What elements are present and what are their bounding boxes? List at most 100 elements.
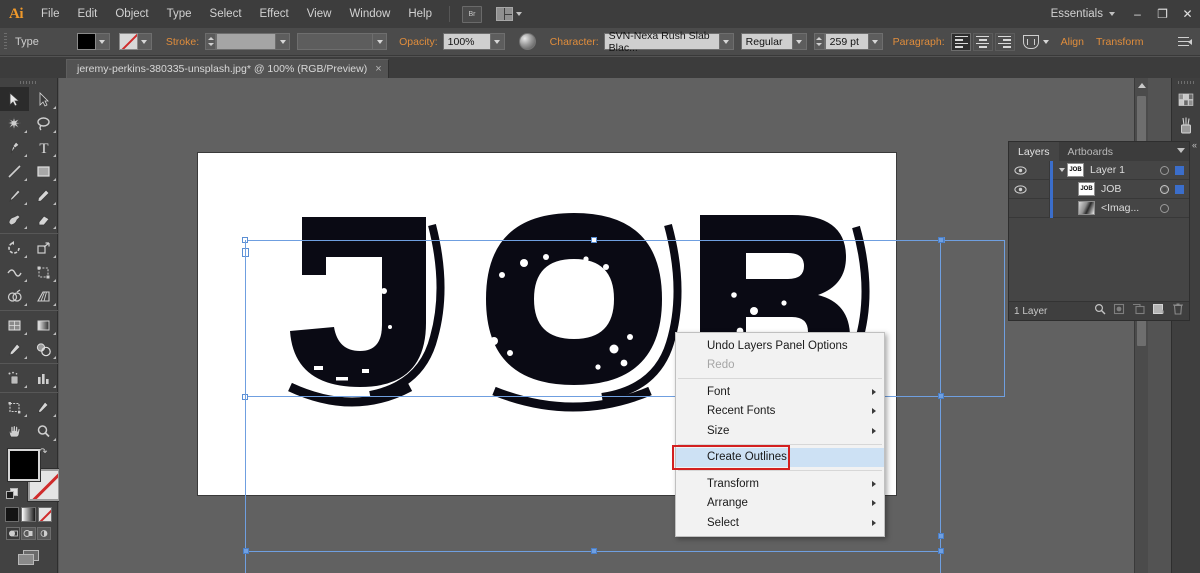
font-family-control[interactable]: SVN-Nexa Rush Slab Blac... — [604, 33, 734, 50]
gradient-button[interactable] — [21, 507, 35, 522]
swap-fill-stroke-icon[interactable]: ↷ — [39, 447, 50, 458]
selection-tool[interactable] — [0, 87, 29, 111]
stroke-weight-stepper[interactable] — [205, 33, 216, 50]
menu-type[interactable]: Type — [158, 0, 201, 28]
draw-normal-button[interactable] — [6, 527, 20, 540]
default-fill-stroke-icon[interactable] — [6, 488, 19, 501]
bridge-icon[interactable]: Br — [462, 6, 482, 23]
locate-object-icon[interactable] — [1094, 302, 1106, 320]
workspace-chevron-down-icon[interactable] — [1109, 12, 1115, 16]
font-size-control[interactable]: 259 pt — [814, 33, 883, 50]
menu-help[interactable]: Help — [399, 0, 441, 28]
align-left-button[interactable] — [951, 33, 971, 51]
menu-file[interactable]: File — [32, 0, 69, 28]
panel-menu-icon[interactable] — [1177, 148, 1185, 153]
stroke-swatch-none[interactable] — [119, 33, 138, 50]
width-tool[interactable] — [0, 260, 29, 284]
lock-toggle-image[interactable] — [1031, 199, 1050, 218]
blob-brush-tool[interactable] — [0, 207, 29, 231]
context-menu-item-undo[interactable]: Undo Layers Panel Options — [676, 336, 884, 356]
shape-builder-tool[interactable] — [0, 284, 29, 308]
envelope-distort-control[interactable] — [1023, 35, 1049, 49]
scroll-up-icon[interactable] — [1135, 78, 1148, 92]
align-panel-link[interactable]: Align — [1061, 36, 1084, 48]
outer-handle-br-upper[interactable] — [938, 533, 944, 539]
document-tab[interactable]: jeremy-perkins-380335-unsplash.jpg* @ 10… — [66, 59, 389, 78]
none-button[interactable] — [38, 507, 52, 522]
target-indicator[interactable] — [1153, 185, 1175, 194]
draw-inside-button[interactable] — [37, 527, 51, 540]
transform-panel-link[interactable]: Transform — [1096, 36, 1143, 48]
rotate-tool[interactable] — [0, 236, 29, 260]
toolbar-fill-swatch[interactable] — [8, 449, 40, 481]
context-menu-item-transform[interactable]: Transform — [676, 474, 884, 494]
control-bar-menu-icon[interactable] — [1178, 35, 1192, 49]
pen-tool[interactable] — [0, 135, 29, 159]
close-icon[interactable]: × — [375, 64, 381, 75]
stroke-color-control[interactable] — [119, 33, 152, 50]
artboard-tool[interactable] — [0, 395, 29, 419]
context-menu-item-select[interactable]: Select — [676, 513, 884, 533]
lock-toggle-job[interactable] — [1031, 180, 1050, 199]
perspective-grid-tool[interactable] — [29, 284, 58, 308]
font-size-stepper[interactable] — [814, 33, 825, 50]
tab-layers[interactable]: Layers — [1009, 142, 1059, 161]
fill-swatch[interactable] — [77, 33, 96, 50]
paintbrush-tool[interactable] — [0, 183, 29, 207]
minimize-button[interactable]: – — [1125, 0, 1150, 28]
context-menu-item-recent-fonts[interactable]: Recent Fonts — [676, 402, 884, 422]
brushes-panel-icon[interactable] — [1172, 113, 1200, 139]
stroke-profile-control[interactable] — [297, 33, 387, 50]
line-segment-tool[interactable] — [0, 159, 29, 183]
symbol-sprayer-tool[interactable] — [0, 366, 29, 390]
magic-wand-tool[interactable] — [0, 111, 29, 135]
table-row[interactable]: JOB JOB — [1009, 180, 1189, 199]
font-style-dropdown[interactable] — [793, 33, 807, 50]
menu-edit[interactable]: Edit — [69, 0, 107, 28]
opacity-field[interactable]: 100% — [443, 33, 491, 50]
menu-effect[interactable]: Effect — [251, 0, 298, 28]
stroke-weight-control[interactable] — [205, 33, 290, 50]
pencil-tool[interactable] — [29, 183, 58, 207]
align-right-button[interactable] — [995, 33, 1015, 51]
table-row[interactable]: JOB Layer 1 — [1009, 161, 1189, 180]
slice-tool[interactable] — [29, 395, 58, 419]
outer-handle-bm[interactable] — [591, 548, 597, 554]
stroke-weight-field[interactable] — [216, 33, 276, 50]
color-button[interactable] — [5, 507, 19, 522]
lock-toggle-layer-1[interactable] — [1031, 161, 1050, 180]
outer-handle-tr[interactable] — [938, 237, 944, 243]
font-family-field[interactable]: SVN-Nexa Rush Slab Blac... — [604, 33, 720, 50]
target-indicator[interactable] — [1153, 166, 1175, 175]
tools-panel-grip[interactable] — [0, 78, 57, 87]
menu-view[interactable]: View — [298, 0, 341, 28]
visibility-toggle-layer-1[interactable] — [1009, 166, 1031, 175]
free-transform-tool[interactable] — [29, 260, 58, 284]
context-menu-item-font[interactable]: Font — [676, 382, 884, 402]
paragraph-label[interactable]: Paragraph: — [893, 36, 945, 48]
tab-artboards[interactable]: Artboards — [1059, 142, 1123, 161]
canvas-area[interactable] — [59, 78, 1148, 573]
arrange-documents-button[interactable] — [496, 0, 522, 28]
gradient-tool[interactable] — [29, 313, 58, 337]
outer-handle-mr[interactable] — [938, 393, 944, 399]
stroke-profile-dropdown[interactable] — [373, 33, 387, 50]
lasso-tool[interactable] — [29, 111, 58, 135]
create-new-sublayer-icon[interactable] — [1132, 302, 1145, 320]
stroke-profile-field[interactable] — [297, 33, 373, 50]
eyedropper-tool[interactable] — [0, 337, 29, 361]
draw-behind-button[interactable] — [21, 527, 35, 540]
opacity-control[interactable]: 100% — [443, 33, 505, 50]
selection-handle-tm[interactable] — [591, 237, 597, 243]
stroke-dropdown-button[interactable] — [138, 33, 152, 50]
context-menu-item-size[interactable]: Size — [676, 421, 884, 441]
opacity-dropdown[interactable] — [491, 33, 505, 50]
control-bar-grip[interactable] — [0, 28, 11, 56]
visibility-toggle-job[interactable] — [1009, 185, 1031, 194]
outer-handle-br[interactable] — [938, 548, 944, 554]
column-graph-tool[interactable] — [29, 366, 58, 390]
close-button[interactable]: ✕ — [1175, 0, 1200, 28]
direct-selection-tool[interactable] — [29, 87, 58, 111]
restore-button[interactable]: ❐ — [1150, 0, 1175, 28]
change-screen-mode-button[interactable] — [18, 550, 40, 566]
